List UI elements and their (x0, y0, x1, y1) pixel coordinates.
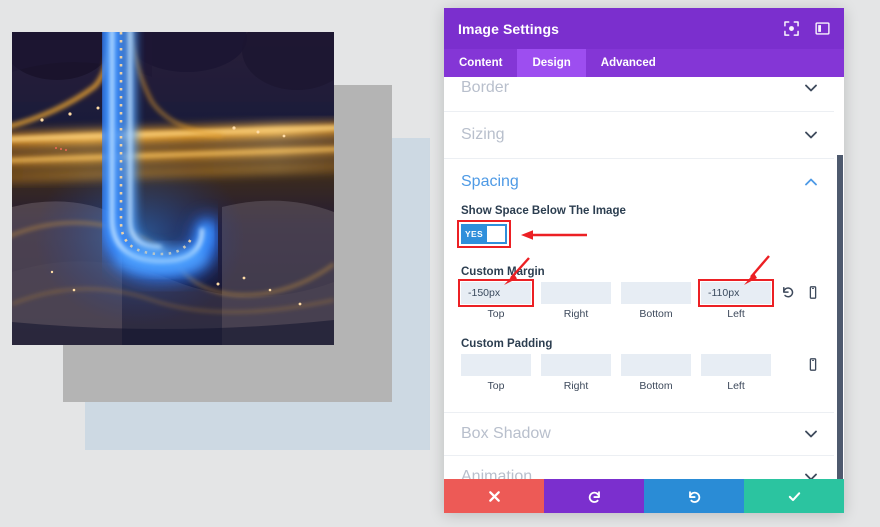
close-icon (488, 490, 500, 502)
tab-design[interactable]: Design (517, 49, 586, 77)
section-animation: Animation (444, 456, 834, 479)
padding-bottom-input[interactable] (621, 354, 691, 376)
panel-layout-icon[interactable] (815, 21, 830, 36)
redo-button[interactable] (644, 479, 744, 513)
padding-top-input[interactable] (461, 354, 531, 376)
responsive-device-icon[interactable] (806, 285, 820, 300)
custom-margin-label: Custom Margin (461, 266, 545, 278)
settings-scroll-area: Border Sizing Spacing Show Space Below T… (444, 77, 844, 479)
margin-left-input[interactable]: -110px (701, 282, 771, 304)
section-animation-header[interactable]: Animation (461, 456, 817, 479)
show-space-below-toggle-wrap: YES (457, 220, 587, 248)
modal-body: Border Sizing Spacing Show Space Below T… (444, 77, 844, 479)
padding-left-caption: Left (727, 380, 745, 392)
chevron-down-icon (805, 84, 817, 92)
custom-padding-row: Top Right Bottom Left (461, 354, 817, 392)
padding-left-cell: Left (701, 354, 771, 392)
chevron-down-icon (805, 430, 817, 438)
check-icon (788, 491, 800, 501)
chevron-down-icon (805, 131, 817, 139)
chevron-down-icon (805, 473, 817, 479)
undo-button[interactable] (544, 479, 644, 513)
reset-icon[interactable] (781, 285, 795, 300)
section-animation-label: Animation (461, 468, 533, 479)
section-spacing-body: Show Space Below The Image YES Custom Ma… (457, 205, 820, 412)
custom-padding-label: Custom Padding (461, 338, 553, 350)
margin-right-caption: Right (563, 308, 589, 320)
night-highway-photo (12, 32, 334, 345)
padding-bottom-cell: Bottom (621, 354, 691, 392)
section-spacing-label: Spacing (461, 173, 519, 190)
section-box-shadow-header[interactable]: Box Shadow (461, 413, 817, 455)
padding-right-input[interactable] (541, 354, 611, 376)
toggle-knob (486, 226, 505, 242)
section-spacing-header[interactable]: Spacing (461, 159, 817, 205)
page-canvas (0, 0, 444, 527)
margin-top-cell: -150px Top (458, 279, 534, 320)
margin-top-caption: Top (487, 308, 505, 320)
padding-top-cell: Top (461, 354, 531, 392)
modal-tabs: Content Design Advanced (444, 49, 844, 77)
toggle-highlight-arrow (521, 230, 587, 240)
section-sizing: Sizing (444, 112, 834, 159)
margin-tools (781, 282, 820, 300)
padding-right-cell: Right (541, 354, 611, 392)
modal-header-icons (784, 21, 830, 36)
toggle-value-label: YES (465, 229, 483, 239)
padding-bottom-caption: Bottom (639, 380, 673, 392)
section-sizing-label: Sizing (461, 126, 505, 143)
margin-bottom-cell: Bottom (621, 282, 691, 320)
undo-icon (588, 490, 600, 503)
modal-footer (444, 479, 844, 513)
save-button[interactable] (744, 479, 844, 513)
section-border: Border (444, 77, 834, 112)
padding-tools (806, 354, 820, 372)
chevron-up-icon (805, 178, 817, 186)
page-title: Image Settings (458, 20, 559, 37)
image-module-photo[interactable] (12, 32, 334, 345)
section-box-shadow: Box Shadow (444, 413, 834, 456)
show-space-below-toggle[interactable]: YES (461, 224, 507, 244)
padding-left-input[interactable] (701, 354, 771, 376)
margin-bottom-caption: Bottom (639, 308, 673, 320)
section-border-label: Border (461, 79, 510, 96)
section-spacing: Spacing Show Space Below The Image YES C… (444, 159, 834, 413)
custom-margin-row: -150px Top Right Bottom -110px Left (458, 255, 820, 320)
margin-right-cell: Right (541, 282, 611, 320)
margin-bottom-input[interactable] (621, 282, 691, 304)
margin-top-input[interactable]: -150px (461, 282, 531, 304)
show-space-below-label: Show Space Below The Image (461, 205, 626, 217)
redo-icon (688, 490, 700, 503)
tab-advanced[interactable]: Advanced (586, 49, 671, 77)
responsive-device-icon[interactable] (806, 357, 820, 372)
settings-scrollbar-track[interactable] (836, 77, 844, 479)
section-box-shadow-label: Box Shadow (461, 425, 551, 442)
image-settings-modal: Image Settings Content Design Advanced B… (444, 8, 844, 513)
padding-top-caption: Top (487, 380, 505, 392)
tab-content[interactable]: Content (444, 49, 517, 77)
margin-right-input[interactable] (541, 282, 611, 304)
focus-target-icon[interactable] (784, 21, 799, 36)
section-border-header[interactable]: Border (461, 77, 817, 111)
modal-header: Image Settings (444, 8, 844, 49)
margin-left-caption: Left (727, 308, 745, 320)
settings-scrollbar-thumb[interactable] (837, 155, 843, 479)
margin-left-cell: -110px Left (698, 279, 774, 320)
cancel-button[interactable] (444, 479, 544, 513)
padding-right-caption: Right (563, 380, 589, 392)
section-sizing-header[interactable]: Sizing (461, 112, 817, 158)
